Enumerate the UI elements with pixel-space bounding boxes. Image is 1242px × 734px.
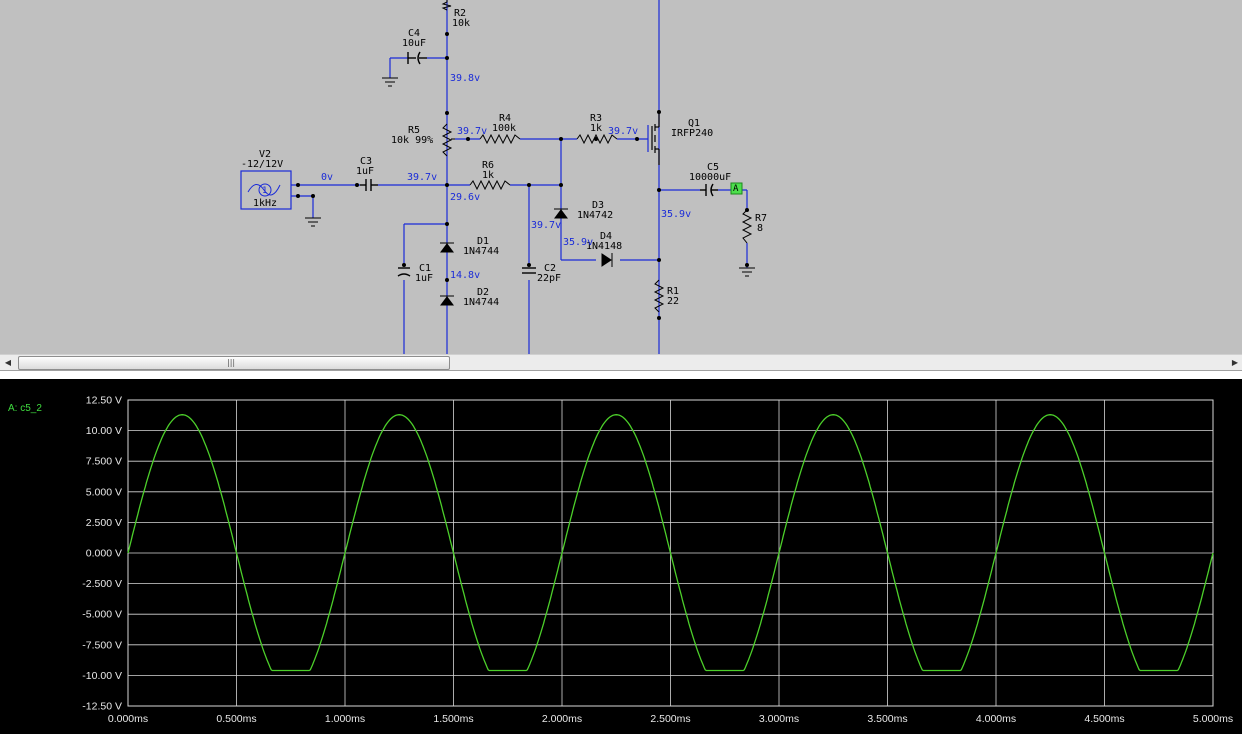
y-tick-label: 2.500 V	[86, 517, 122, 529]
v2-value: -12/12V	[241, 159, 284, 170]
c4-value: 10uF	[402, 38, 427, 49]
c3-value: 1uF	[356, 166, 375, 177]
d3-value: 1N4742	[577, 210, 614, 221]
voltage-r2-node: 39.8v	[450, 73, 481, 84]
voltage-d4-node: 35.9v	[563, 237, 594, 248]
x-tick-label: 3.000ms	[759, 713, 799, 725]
x-tick-label: 0.000ms	[108, 713, 148, 725]
r2-value: 10k	[452, 18, 471, 29]
r5-value: 10k 99%	[391, 135, 434, 146]
r4-value: 100k	[492, 123, 517, 134]
y-tick-label: 0.000 V	[86, 548, 122, 560]
x-tick-label: 4.500ms	[1084, 713, 1124, 725]
x-tick-label: 3.500ms	[867, 713, 907, 725]
q1-value: IRFP240	[671, 128, 714, 139]
x-tick-label: 0.500ms	[216, 713, 256, 725]
voltage-c3-node: 39.7v	[407, 172, 438, 183]
scroll-left-icon[interactable]: ◀	[1, 355, 15, 370]
voltage-gate: 39.7v	[608, 126, 639, 137]
scrollbar-grip-icon: |||	[227, 358, 236, 367]
y-tick-label: 5.000 V	[86, 486, 122, 498]
r6-value: 1k	[482, 170, 495, 181]
x-tick-label: 4.000ms	[976, 713, 1016, 725]
y-tick-label: 12.50 V	[86, 395, 122, 407]
c1-value: 1uF	[415, 273, 434, 284]
y-tick-label: -5.000 V	[82, 609, 122, 621]
grapher-panel[interactable]: 12.50 V 10.00 V 7.500 V 5.000 V 2.500 V 0.000…	[0, 379, 1242, 734]
d2-value: 1N4744	[463, 297, 500, 308]
y-tick-label: 7.500 V	[86, 456, 122, 468]
x-tick-label: 1.000ms	[325, 713, 365, 725]
voltage-zener-top: 29.6v	[450, 192, 481, 203]
voltage-input: 0v	[321, 172, 334, 183]
y-tick-label: -7.500 V	[82, 639, 122, 651]
y-tick-label: 10.00 V	[86, 425, 122, 437]
r3-value: 1k	[590, 123, 603, 134]
waveform-plot[interactable]: 12.50 V 10.00 V 7.500 V 5.000 V 2.500 V 0.000…	[0, 379, 1242, 734]
d1-value: 1N4744	[463, 246, 500, 257]
trace-label: A: c5_2	[8, 403, 42, 414]
r7-value: 8	[757, 223, 764, 234]
pane-splitter[interactable]	[0, 371, 1242, 379]
y-tick-label: -12.50 V	[82, 701, 122, 713]
voltage-source: 35.9v	[661, 209, 692, 220]
x-tick-label: 2.500ms	[650, 713, 690, 725]
voltage-mid-zener: 14.8v	[450, 270, 481, 281]
c5-value: 10000uF	[689, 172, 732, 183]
scroll-right-icon[interactable]: ▶	[1228, 355, 1242, 370]
voltage-d3-node: 39.7v	[531, 220, 562, 231]
c2-value: 22pF	[537, 273, 562, 284]
schematic-canvas[interactable]: R2 10k C4 10uF R5 10k 99% R4 100k R3 1k …	[0, 0, 1242, 354]
x-tick-label: 5.000ms	[1193, 713, 1233, 725]
x-tick-label: 2.000ms	[542, 713, 582, 725]
y-tick-label: -2.500 V	[82, 578, 122, 590]
x-tick-label: 1.500ms	[433, 713, 473, 725]
v2-frequency: 1kHz	[253, 198, 278, 209]
probe-a-label: A	[733, 184, 739, 194]
voltage-r5-wiper: 39.7v	[457, 126, 488, 137]
v2-index: 1	[262, 186, 268, 196]
scrollbar-thumb[interactable]: |||	[18, 356, 450, 370]
y-tick-label: -10.00 V	[82, 670, 122, 682]
r1-value: 22	[667, 296, 680, 307]
schematic-drawing	[240, 0, 755, 354]
horizontal-scrollbar[interactable]: ◀ ||| ▶	[0, 354, 1242, 371]
